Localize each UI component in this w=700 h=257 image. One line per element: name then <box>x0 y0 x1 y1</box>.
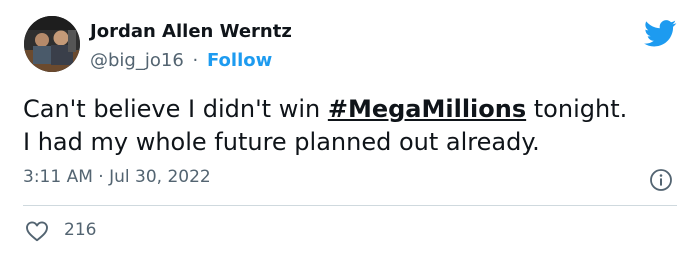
like-count[interactable]: 216 <box>64 220 96 240</box>
avatar[interactable] <box>24 16 80 72</box>
avatar-photo <box>24 16 80 72</box>
tweet-card: Jordan Allen Werntz @big_jo16 · Follow C… <box>0 0 700 257</box>
tweet-text-line2: I had my whole future planned out alread… <box>23 128 540 156</box>
tweet-timestamp[interactable]: 3:11 AM · Jul 30, 2022 <box>23 167 211 187</box>
info-icon[interactable] <box>649 168 673 192</box>
author-handle[interactable]: @big_jo16 <box>90 50 184 71</box>
follow-button[interactable]: Follow <box>207 50 272 71</box>
tweet-text-end: tonight. <box>526 95 628 123</box>
author-name[interactable]: Jordan Allen Werntz <box>90 21 292 42</box>
tweet-date: Jul 30, 2022 <box>109 167 211 187</box>
handle-separator: · <box>192 50 199 71</box>
hashtag-link[interactable]: #MegaMillions <box>328 95 526 123</box>
tweet-text: Can't believe I didn't win #MegaMillions… <box>23 93 683 159</box>
twitter-bird-icon[interactable] <box>644 20 677 47</box>
heart-icon[interactable] <box>25 220 49 242</box>
divider <box>23 205 677 206</box>
timestamp-separator: · <box>98 167 104 187</box>
tweet-text-start: Can't believe I didn't win <box>23 95 328 123</box>
tweet-time: 3:11 AM <box>23 167 93 187</box>
author-meta: @big_jo16 · Follow <box>90 50 272 71</box>
